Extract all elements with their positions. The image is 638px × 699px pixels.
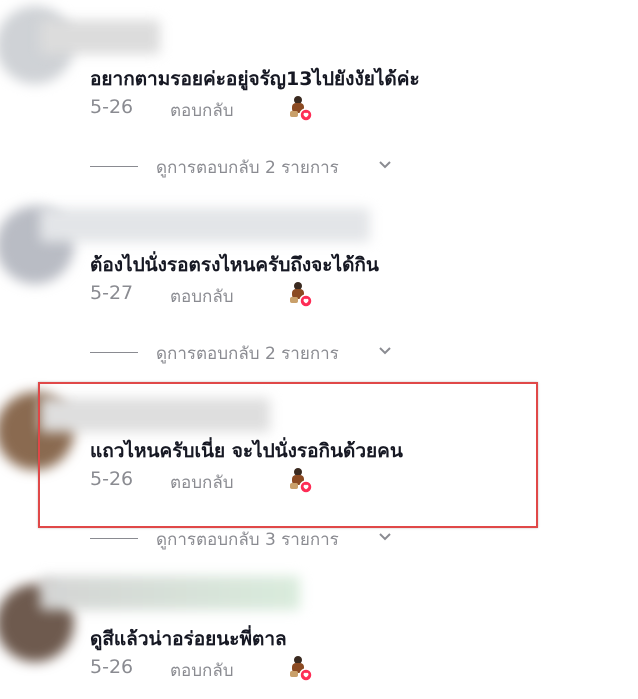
comment-date: 5-27: [90, 282, 134, 304]
chevron-down-icon: [379, 533, 391, 541]
username-blurred[interactable]: [40, 208, 370, 242]
divider-line: [90, 166, 138, 167]
view-replies-label: ดูการตอบกลับ 3 รายการ: [156, 530, 339, 550]
comment-item: อยากตามรอยค่ะอยู่จรัญ13ไปยังงัยได้ค่ะ 5-…: [0, 0, 638, 186]
highlight-box: [38, 382, 538, 528]
comment-meta: 5-27 ตอบกลับ: [90, 280, 350, 310]
view-replies-label: ดูการตอบกลับ 2 รายการ: [156, 158, 339, 178]
divider-line: [90, 538, 138, 539]
chevron-down-icon: [379, 161, 391, 169]
reply-button[interactable]: ตอบกลับ: [170, 97, 234, 124]
view-replies-button[interactable]: ดูการตอบกลับ 3 รายการ: [90, 526, 410, 550]
comment-meta: 5-26 ตอบกลับ: [90, 94, 350, 124]
comment-text: ดูสีแล้วน่าอร่อยนะพี่ตาล: [90, 628, 287, 650]
username-blurred[interactable]: [40, 576, 300, 610]
reply-button[interactable]: ตอบกลับ: [170, 657, 234, 684]
view-replies-button[interactable]: ดูการตอบกลับ 2 รายการ: [90, 340, 410, 364]
view-replies-button[interactable]: ดูการตอบกลับ 2 รายการ: [90, 154, 410, 178]
creator-liked-heart-icon[interactable]: [288, 654, 314, 682]
chevron-down-icon: [379, 347, 391, 355]
comment-date: 5-26: [90, 656, 134, 678]
comment-text: ต้องไปนั่งรอตรงไหนครับถึงจะได้กิน: [90, 254, 379, 276]
creator-liked-heart-icon[interactable]: [288, 280, 314, 308]
comment-item: ดูสีแล้วน่าอร่อยนะพี่ตาล 5-26 ตอบกลับ: [0, 558, 638, 699]
divider-line: [90, 352, 138, 353]
comment-meta: 5-26 ตอบกลับ: [90, 654, 350, 684]
comment-item: ต้องไปนั่งรอตรงไหนครับถึงจะได้กิน 5-27 ต…: [0, 186, 638, 372]
comment-date: 5-26: [90, 96, 134, 118]
creator-liked-heart-icon[interactable]: [288, 94, 314, 122]
view-replies-label: ดูการตอบกลับ 2 รายการ: [156, 344, 339, 364]
username-blurred[interactable]: [40, 20, 160, 54]
comment-text: อยากตามรอยค่ะอยู่จรัญ13ไปยังงัยได้ค่ะ: [90, 68, 420, 90]
reply-button[interactable]: ตอบกลับ: [170, 283, 234, 310]
